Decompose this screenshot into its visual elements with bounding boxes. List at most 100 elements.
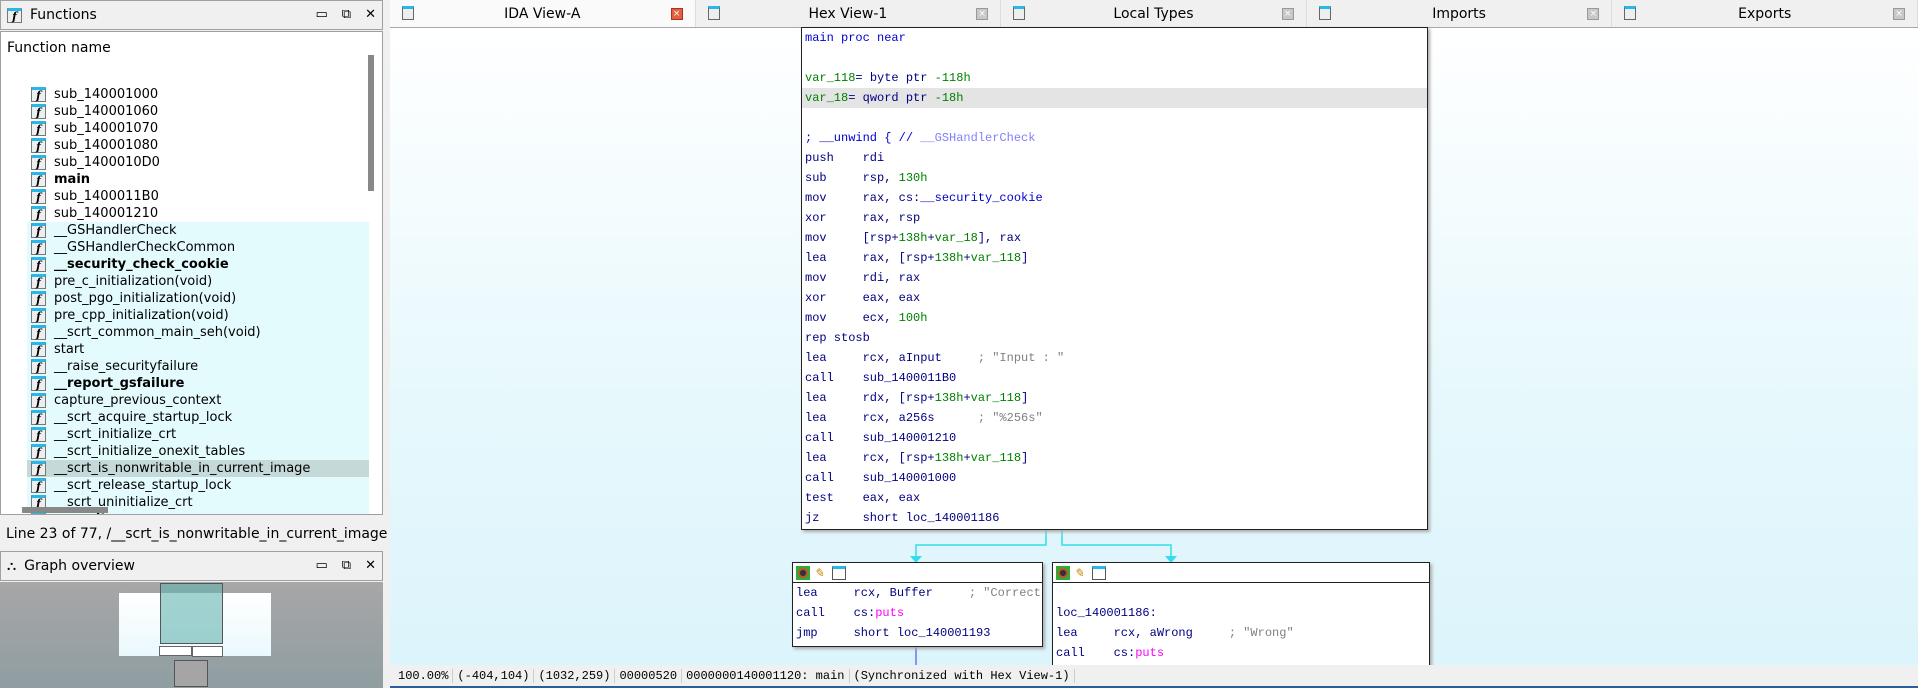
tab-exports[interactable]: Exports ×: [1612, 0, 1918, 27]
code-line[interactable]: mov [rsp+138h+var_18], rax: [802, 228, 1427, 248]
function-list-item[interactable]: f sub_140001070: [27, 120, 369, 137]
code-line[interactable]: [802, 108, 1427, 128]
horizontal-scrollbar[interactable]: [22, 507, 108, 513]
overview-panel-titlebar: ⛬ Graph overview ▭ ⧉ ✕: [0, 551, 383, 581]
function-list-item[interactable]: f __scrt_acquire_startup_lock: [27, 409, 369, 426]
overview-main-block[interactable]: [160, 583, 223, 644]
function-name: sub_140001060: [54, 104, 159, 119]
function-list-item[interactable]: f __report_gsfailure: [27, 375, 369, 392]
tab-icon: [707, 6, 720, 20]
code-line[interactable]: call sub_1400011B0: [802, 368, 1427, 388]
code-line[interactable]: push rdi: [802, 148, 1427, 168]
close-tab-icon[interactable]: ×: [1587, 8, 1600, 20]
tab-ida-view-a[interactable]: IDA View-A ×: [390, 0, 696, 27]
function-list-item[interactable]: f pre_c_initialization(void): [27, 273, 369, 290]
close-tab-icon[interactable]: ×: [670, 8, 683, 20]
code-line[interactable]: lea rcx, aInput ; "Input : ": [802, 348, 1427, 368]
function-list-item[interactable]: f sub_140001000: [27, 86, 369, 103]
code-line[interactable]: loc_140001186:: [1053, 603, 1429, 623]
functions-list[interactable]: Function name f sub_140001000 f sub_1400010…: [0, 31, 383, 515]
code-line[interactable]: lea rax, [rsp+138h+var_118]: [802, 248, 1427, 268]
code-line[interactable]: main proc near: [802, 28, 1427, 48]
function-list-item[interactable]: f __security_check_cookie: [27, 256, 369, 273]
color-icon[interactable]: [1056, 565, 1070, 580]
color-icon[interactable]: [796, 565, 810, 580]
function-list-item[interactable]: f __raise_securityfailure: [27, 358, 369, 375]
code-block-wrong[interactable]: ✎ loc_140001186: lea rcx, aWrong ; "Wrong…: [1052, 562, 1430, 682]
code-line[interactable]: lea rdx, [rsp+138h+var_118]: [802, 388, 1427, 408]
function-list-item[interactable]: f post_pgo_initialization(void): [27, 290, 369, 307]
code-line[interactable]: call cs:puts: [793, 603, 1042, 623]
graph-overview[interactable]: [0, 582, 383, 688]
float-icon[interactable]: ⧉: [342, 7, 351, 22]
code-line[interactable]: lea rcx, aWrong ; "Wrong": [1053, 623, 1429, 643]
graph-toggle-icon[interactable]: [832, 565, 846, 580]
tab-imports[interactable]: Imports ×: [1307, 0, 1613, 27]
code-line[interactable]: [802, 48, 1427, 68]
function-list-item[interactable]: f __GSHandlerCheckCommon: [27, 239, 369, 256]
function-list-item[interactable]: f __scrt_initialize_crt: [27, 426, 369, 443]
function-list-item[interactable]: f __scrt_initialize_onexit_tables: [27, 443, 369, 460]
close-tab-icon[interactable]: ×: [1281, 8, 1294, 20]
tab-hex-view-1[interactable]: Hex View-1 ×: [696, 0, 1002, 27]
function-icon: f: [31, 461, 46, 476]
close-tab-icon[interactable]: ×: [976, 8, 989, 20]
code-line[interactable]: var_118= byte ptr -118h: [802, 68, 1427, 88]
code-token: lea rcx, a256s: [805, 411, 978, 425]
function-list-item[interactable]: f capture_previous_context: [27, 392, 369, 409]
function-list-item[interactable]: f sub_1400010D0: [27, 154, 369, 171]
code-line[interactable]: jz short loc_140001186: [802, 508, 1427, 528]
code-line[interactable]: test eax, eax: [802, 488, 1427, 508]
function-name: start: [54, 342, 85, 357]
code-block-correct[interactable]: ✎ lea rcx, Buffer ; "Correct" call cs:put…: [792, 562, 1043, 647]
close-icon[interactable]: ✕: [365, 7, 376, 22]
code-line[interactable]: lea rcx, Buffer ; "Correct": [793, 583, 1042, 603]
vertical-scrollbar[interactable]: [368, 55, 374, 191]
function-list-item[interactable]: f sub_1400011B0: [27, 188, 369, 205]
code-line[interactable]: xor rax, rsp: [802, 208, 1427, 228]
float-icon[interactable]: ⧉: [342, 558, 351, 573]
current-address: 0000000140001120: main: [682, 668, 850, 683]
function-list-item[interactable]: f __scrt_is_nonwritable_in_current_image: [27, 460, 369, 477]
function-list-item[interactable]: f pre_cpp_initialization(void): [27, 307, 369, 324]
function-list-item[interactable]: f __scrt_common_main_seh(void): [27, 324, 369, 341]
code-token: +: [927, 231, 935, 245]
code-line[interactable]: [1053, 583, 1429, 603]
function-list-item[interactable]: f main: [27, 171, 369, 188]
function-list-item[interactable]: f sub_140001210: [27, 205, 369, 222]
code-line[interactable]: jmp short loc_140001193: [793, 623, 1042, 643]
function-list-item[interactable]: f __GSHandlerCheck: [27, 222, 369, 239]
column-header-function-name[interactable]: Function name: [7, 40, 111, 56]
code-line[interactable]: mov rax, cs:__security_cookie: [802, 188, 1427, 208]
code-line[interactable]: ; __unwind { // __GSHandlerCheck: [802, 128, 1427, 148]
code-line[interactable]: lea rcx, a256s ; "%256s": [802, 408, 1427, 428]
function-list-item[interactable]: f __scrt_release_startup_lock: [27, 477, 369, 494]
function-list-item[interactable]: f sub_140001060: [27, 103, 369, 120]
code-line[interactable]: lea rcx, [rsp+138h+var_118]: [802, 448, 1427, 468]
code-line[interactable]: xor eax, eax: [802, 288, 1427, 308]
function-name: __raise_securityfailure: [54, 359, 199, 374]
function-name: __scrt_release_startup_lock: [54, 478, 232, 493]
maximize-icon[interactable]: ▭: [316, 7, 328, 22]
function-list-item[interactable]: f start: [27, 341, 369, 358]
function-name: main: [54, 172, 91, 187]
code-token: jmp short loc_140001193: [796, 626, 991, 640]
code-block-main[interactable]: main proc near var_118= byte ptr -118h va…: [801, 27, 1428, 530]
close-icon[interactable]: ✕: [365, 558, 376, 573]
close-tab-icon[interactable]: ×: [1892, 8, 1905, 20]
graph-toggle-icon[interactable]: [1092, 565, 1106, 580]
code-line[interactable]: mov ecx, 100h: [802, 308, 1427, 328]
code-line[interactable]: var_18= qword ptr -18h: [802, 88, 1427, 108]
maximize-icon[interactable]: ▭: [316, 558, 328, 573]
code-line[interactable]: mov rdi, rax: [802, 268, 1427, 288]
tab-label: Exports: [1738, 5, 1792, 22]
code-line[interactable]: sub rsp, 130h: [802, 168, 1427, 188]
graph-view[interactable]: main proc near var_118= byte ptr -118h va…: [390, 27, 1918, 682]
code-token: = qword ptr: [848, 91, 935, 105]
code-line[interactable]: call sub_140001000: [802, 468, 1427, 488]
tab-local-types[interactable]: Local Types ×: [1001, 0, 1307, 27]
code-line[interactable]: rep stosb: [802, 328, 1427, 348]
function-list-item[interactable]: f sub_140001080: [27, 137, 369, 154]
code-line[interactable]: call sub_140001210: [802, 428, 1427, 448]
code-line[interactable]: call cs:puts: [1053, 643, 1429, 663]
